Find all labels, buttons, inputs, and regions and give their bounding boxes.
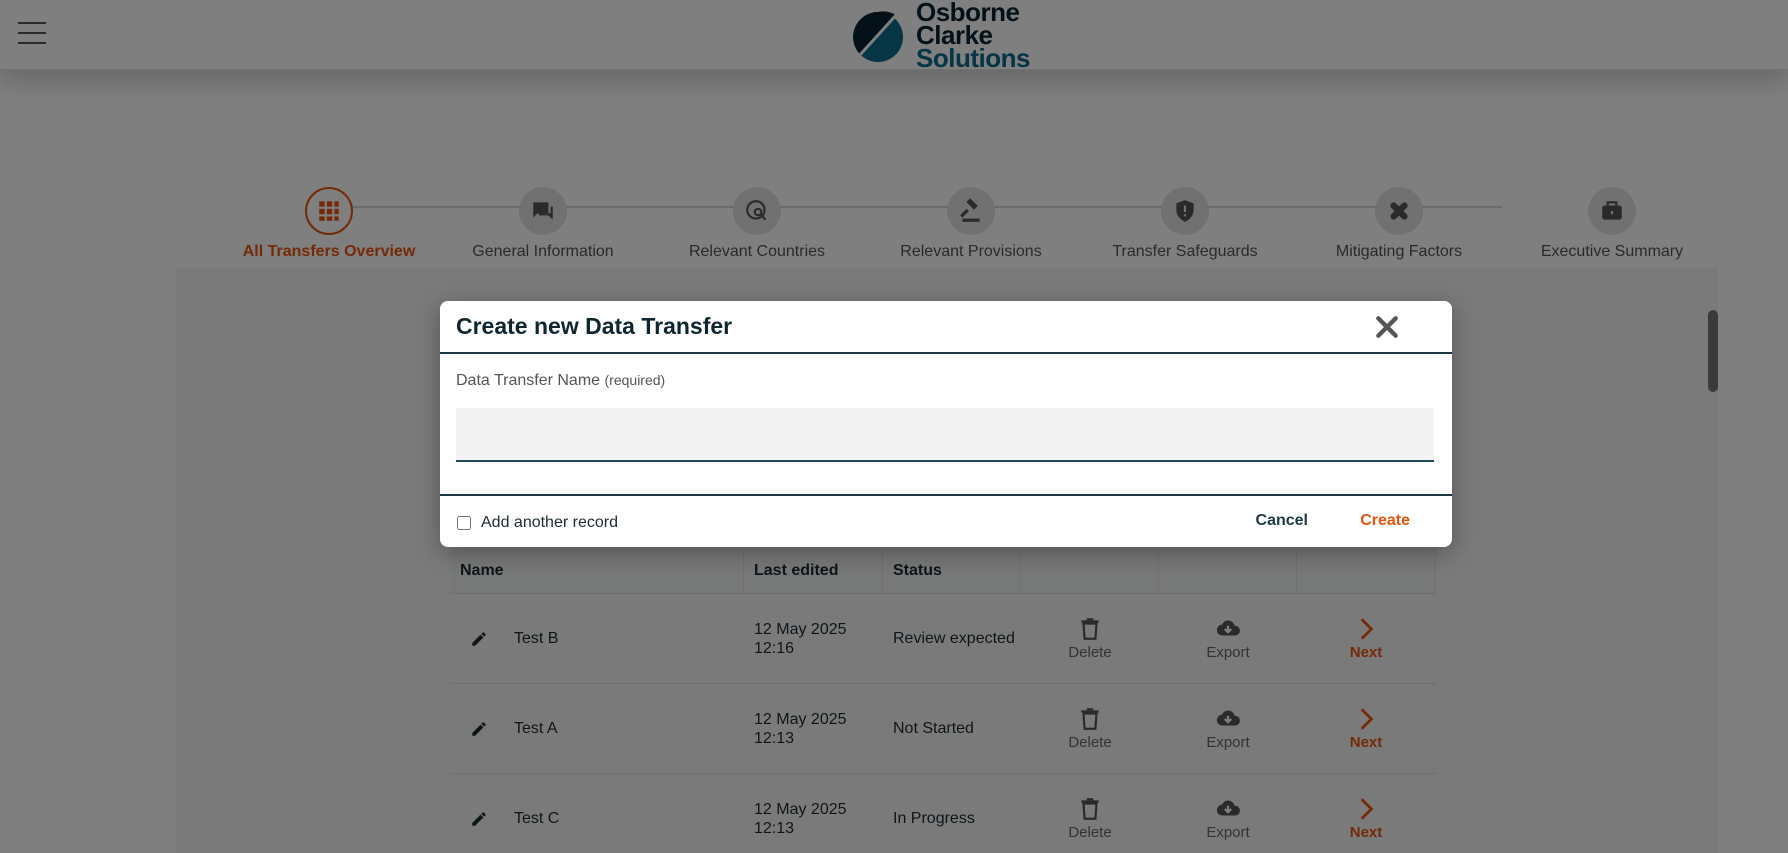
dialog-body: Data Transfer Name (required) (440, 354, 1452, 496)
dialog-footer: Add another record Cancel Create (440, 496, 1452, 547)
cancel-button[interactable]: Cancel (1256, 512, 1308, 530)
add-another-label: Add another record (481, 514, 618, 531)
create-button[interactable]: Create (1360, 512, 1410, 530)
add-another-record-checkbox[interactable]: Add another record (457, 514, 618, 532)
transfer-name-input[interactable] (456, 408, 1434, 462)
add-another-checkbox-input[interactable] (457, 516, 471, 530)
close-icon[interactable] (1374, 314, 1400, 340)
transfer-name-label: Data Transfer Name (required) (456, 372, 666, 389)
dialog-title: Create new Data Transfer (456, 313, 733, 339)
dialog-header: Create new Data Transfer (440, 301, 1452, 354)
required-marker: (required) (604, 372, 666, 388)
scrollbar-thumb[interactable] (1708, 310, 1718, 392)
create-transfer-dialog: Create new Data Transfer Data Transfer N… (440, 301, 1452, 547)
